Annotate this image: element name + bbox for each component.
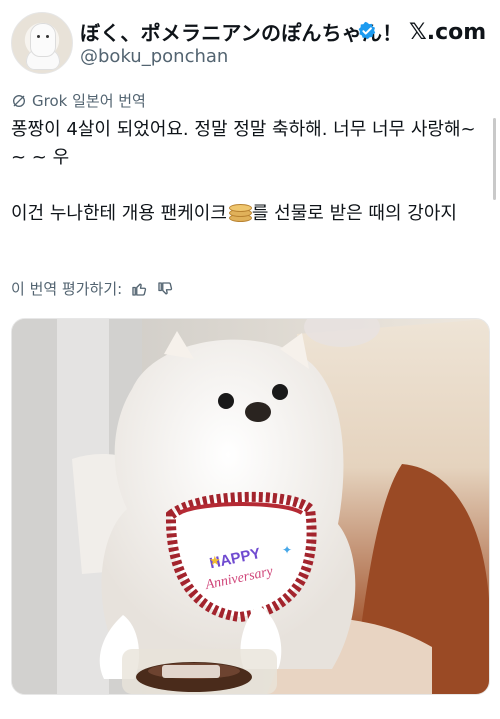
dog-right-eye <box>272 384 288 400</box>
thumbs-up-icon[interactable] <box>130 280 148 298</box>
scrollbar[interactable] <box>493 118 496 200</box>
translation-feedback: 이 번역 평가하기: <box>11 278 174 299</box>
svg-text:✦: ✦ <box>282 543 292 557</box>
translate-icon <box>13 94 25 107</box>
dog-left-eye <box>218 393 234 409</box>
thumbs-down-icon[interactable] <box>156 280 174 298</box>
tweet-text: 퐁짱이 4살이 되었어요. 정말 정말 축하해. 너무 너무 사랑해~ ~ ~ … <box>11 116 481 228</box>
translation-label: Grok 일본어 번역 <box>11 90 146 111</box>
feedback-label: 이 번역 평가하기: <box>11 280 123 298</box>
package-label <box>162 665 220 678</box>
svg-text:★: ★ <box>209 554 221 569</box>
pancakes-icon <box>228 203 252 222</box>
dog-nose <box>245 402 271 422</box>
x-logo[interactable]: 𝕏.com <box>409 20 486 45</box>
user-handle[interactable]: @boku_ponchan <box>80 46 228 67</box>
translation-label-text: Grok 일본어 번역 <box>32 92 146 110</box>
tweet-paragraph-2-before: 이건 누나한테 개용 팬케이크 <box>11 203 227 224</box>
avatar[interactable] <box>11 12 73 74</box>
tweet-paragraph-1: 퐁짱이 4살이 되었어요. 정말 정말 축하해. 너무 너무 사랑해~ ~ ~ … <box>11 119 476 168</box>
tweet-paragraph-2: 이건 누나한테 개용 팬케이크 를 선물로 받은 때의 강아지 <box>11 200 481 228</box>
display-name[interactable]: ぼく、ポメラニアンのぽんちゃん！ <box>80 17 402 46</box>
tweet-paragraph-2-after: 를 선물로 받은 때의 강아지 <box>251 203 457 224</box>
tweet-media-photo[interactable]: HAPPY Anniversary ★ ✦ <box>11 318 490 695</box>
verified-badge-icon <box>358 21 376 40</box>
photo-illustration: HAPPY Anniversary ★ ✦ <box>12 319 489 694</box>
